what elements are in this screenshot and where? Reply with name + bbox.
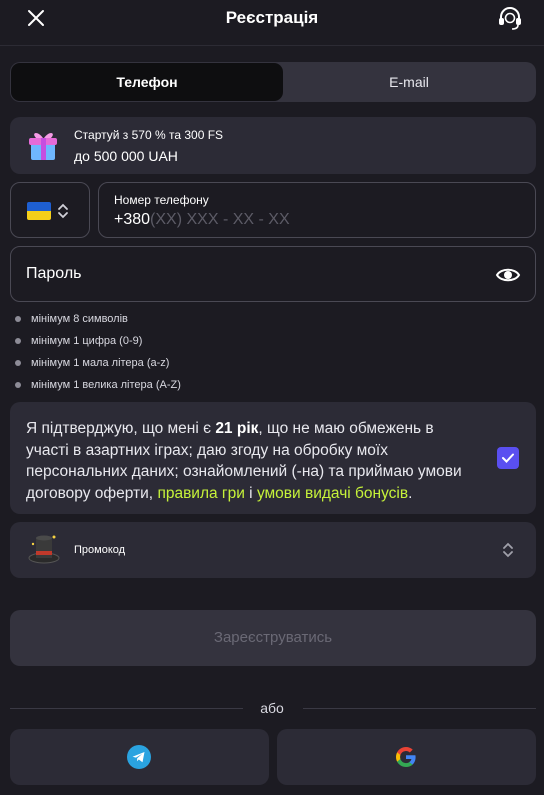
bonus-amount: до 500 000 UAH: [74, 148, 178, 164]
google-icon: [396, 747, 416, 767]
promo-code-toggle[interactable]: Промокод: [10, 522, 536, 578]
password-requirements: мінімум 8 символів мінімум 1 цифра (0-9)…: [15, 310, 181, 398]
magic-hat-icon: [28, 535, 60, 564]
password-rule: мінімум 1 мала літера (a-z): [15, 354, 181, 376]
page-title: Реєстрація: [225, 8, 319, 27]
country-code-select[interactable]: [10, 182, 90, 238]
password-rule: мінімум 8 символів: [15, 310, 181, 332]
password-rule: мінімум 1 цифра (0-9): [15, 332, 181, 354]
consent-text: Я підтверджую, що мені є 21 рік, що не м…: [26, 420, 462, 502]
checkmark-icon: [502, 453, 514, 463]
gift-icon: [29, 133, 57, 160]
support-headset-icon[interactable]: [496, 4, 524, 32]
consent-checkbox[interactable]: [497, 447, 519, 469]
password-rule: мінімум 1 велика літера (A-Z): [15, 376, 181, 398]
bonus-terms-link[interactable]: умови видачі бонусів: [257, 485, 408, 502]
welcome-bonus-banner: Стартуй з 570 % та 300 FS до 500 000 UAH: [10, 117, 536, 174]
bonus-title: Стартуй з 570 % та 300 FS: [74, 128, 224, 142]
google-login-button[interactable]: [277, 729, 536, 785]
game-rules-link[interactable]: правила гри: [157, 485, 244, 502]
chevron-updown-icon: [58, 203, 68, 219]
eye-icon[interactable]: [495, 262, 521, 288]
divider-text: або: [260, 700, 284, 716]
phone-label: Номер телефону: [114, 193, 209, 207]
password-placeholder: Пароль: [26, 265, 82, 282]
chevron-updown-icon: [503, 542, 513, 558]
tab-email[interactable]: E-mail: [282, 62, 536, 102]
phone-mask: (XX) XXX - XX - XX: [150, 211, 290, 228]
tab-phone[interactable]: Телефон: [11, 63, 283, 101]
consent-card: Я підтверджую, що мені є 21 рік, що не м…: [10, 402, 536, 514]
header: Реєстрація: [0, 0, 544, 46]
telegram-login-button[interactable]: [10, 729, 269, 785]
ukraine-flag-icon: [27, 202, 51, 220]
phone-input[interactable]: Номер телефону +380(XX) XXX - XX - XX: [98, 182, 536, 238]
auth-method-tabs: Телефон E-mail: [10, 62, 536, 102]
telegram-icon: [127, 745, 151, 769]
age-requirement: 21 рік: [215, 420, 259, 437]
promo-code-label: Промокод: [74, 544, 126, 556]
register-button[interactable]: Зареєструватись: [10, 610, 536, 666]
password-input[interactable]: Пароль: [10, 246, 536, 302]
phone-prefix: +380: [114, 211, 151, 228]
